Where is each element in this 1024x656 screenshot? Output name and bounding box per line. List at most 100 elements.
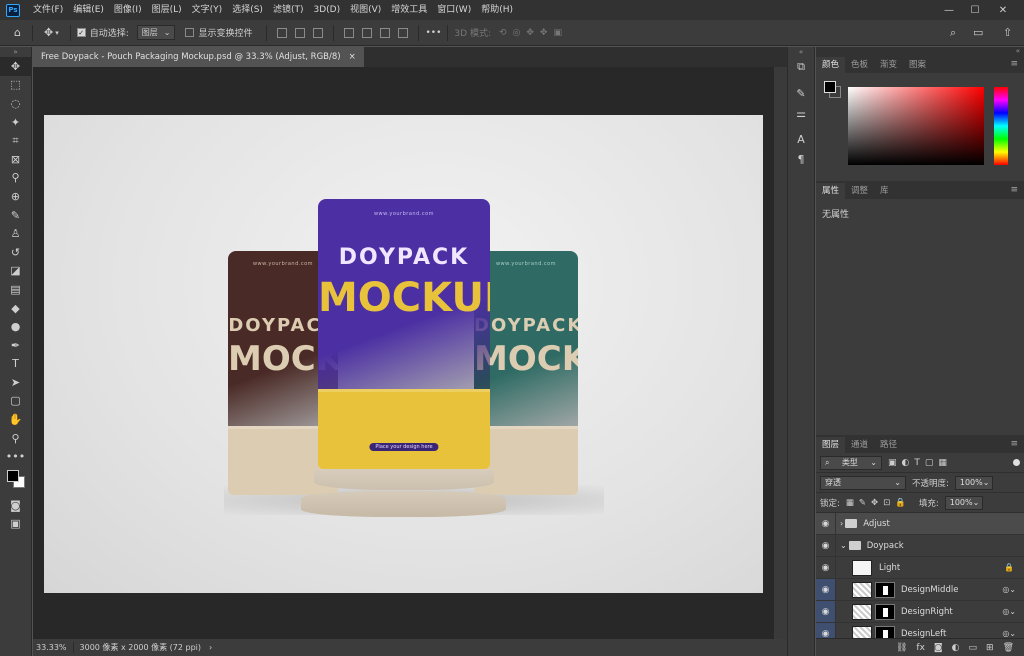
delete-layer-icon[interactable]: 🗑	[1003, 643, 1014, 653]
move-tool-icon[interactable]: ✥	[44, 26, 53, 39]
chevron-down-icon[interactable]: ▾	[55, 29, 59, 37]
screen-mode-icon[interactable]: ▣	[0, 515, 31, 534]
dodge-tool-icon[interactable]: ●	[0, 317, 31, 336]
adjustments-icon[interactable]: ⚌	[788, 103, 814, 123]
chevron-right-icon[interactable]: ›	[209, 643, 212, 652]
rectangle-tool-icon[interactable]: ▢	[0, 392, 31, 411]
search-icon[interactable]: ⌕	[950, 26, 956, 40]
chevron-right-icon[interactable]: ›	[840, 519, 843, 528]
new-group-icon[interactable]: ▭	[969, 643, 978, 653]
layer-filter-dropdown[interactable]: ⌕ 类型 ⌄	[820, 455, 882, 470]
magic-wand-tool-icon[interactable]: ✦	[0, 113, 31, 132]
align-top-icon[interactable]	[344, 27, 355, 38]
menu-plugins[interactable]: 增效工具	[386, 0, 432, 20]
gradient-tool-icon[interactable]: ▤	[0, 280, 31, 299]
document-canvas[interactable]: www.yourbrand.com DOYPACK MOCKUP www.you…	[44, 115, 763, 593]
zoom-level[interactable]: 33.33%	[36, 643, 67, 652]
more-options-button[interactable]: •••	[425, 28, 441, 38]
close-window-button[interactable]: ✕	[990, 0, 1016, 20]
edit-toolbar-icon[interactable]: •••	[0, 447, 31, 466]
tab-properties[interactable]: 属性	[816, 183, 846, 199]
menu-select[interactable]: 选择(S)	[227, 0, 268, 20]
menu-window[interactable]: 窗口(W)	[432, 0, 476, 20]
workspace-icon[interactable]: ▭	[973, 26, 983, 39]
history-brush-tool-icon[interactable]: ↺	[0, 243, 31, 262]
paragraph-icon[interactable]: ¶	[788, 149, 814, 169]
auto-select-checkbox[interactable]: ✓	[76, 28, 86, 37]
align-middle-icon[interactable]	[362, 27, 373, 38]
adjustment-layer-icon[interactable]: ◐	[952, 643, 960, 653]
foreground-color-swatch[interactable]	[824, 81, 836, 93]
type-tool-icon[interactable]: T	[0, 355, 31, 374]
smart-object-link-icon[interactable]: ◎⌄	[1002, 607, 1016, 616]
filter-toggle-icon[interactable]	[1013, 459, 1020, 466]
fill-input[interactable]: 100% ⌄	[944, 495, 983, 510]
visibility-eye-icon[interactable]: ◉	[816, 601, 836, 622]
panel-menu-icon[interactable]: ≡	[1010, 59, 1018, 69]
hue-slider[interactable]	[994, 87, 1008, 165]
smart-object-link-icon[interactable]: ◎⌄	[1002, 585, 1016, 594]
frame-tool-icon[interactable]: ⊠	[0, 150, 31, 169]
document-tab[interactable]: Free Doypack - Pouch Packaging Mockup.ps…	[33, 47, 364, 67]
panel-menu-icon[interactable]: ≡	[1010, 439, 1018, 449]
character-icon[interactable]: A	[788, 129, 814, 149]
fx-icon[interactable]: fx	[916, 643, 925, 653]
layer-row-doypack[interactable]: ◉ ⌄ Doypack	[816, 535, 1024, 557]
align-bottom-icon[interactable]	[380, 27, 391, 38]
tab-adjustments[interactable]: 调整	[845, 183, 874, 199]
menu-view[interactable]: 视图(V)	[345, 0, 386, 20]
tab-color[interactable]: 颜色	[816, 57, 846, 73]
eyedropper-tool-icon[interactable]: ⚲	[0, 169, 31, 188]
zoom-tool-icon[interactable]: ⚲	[0, 429, 31, 448]
layer-filter-icons[interactable]: ▣◐T▢▦	[888, 458, 952, 468]
show-transform-checkbox[interactable]	[185, 28, 195, 37]
clone-stamp-tool-icon[interactable]: ♙	[0, 224, 31, 243]
eraser-tool-icon[interactable]: ◪	[0, 262, 31, 281]
brush-tool-icon[interactable]: ✎	[0, 206, 31, 225]
tab-patterns[interactable]: 图案	[903, 57, 932, 73]
tab-layers[interactable]: 图层	[816, 437, 846, 453]
foreground-color-swatch[interactable]	[7, 470, 19, 483]
menu-type[interactable]: 文字(Y)	[187, 0, 228, 20]
menu-filter[interactable]: 滤镜(T)	[268, 0, 309, 20]
visibility-eye-icon[interactable]: ◉	[816, 557, 836, 578]
marquee-tool-icon[interactable]: ⬚	[0, 76, 31, 95]
visibility-eye-icon[interactable]: ◉	[816, 513, 836, 534]
align-left-icon[interactable]	[277, 27, 288, 38]
panel-menu-icon[interactable]: ≡	[1010, 185, 1018, 195]
lasso-tool-icon[interactable]: ◌	[0, 94, 31, 113]
collapse-strip-icon[interactable]: «	[788, 47, 814, 57]
brush-settings-icon[interactable]: ✎	[788, 83, 814, 103]
hand-tool-icon[interactable]: ✋	[0, 410, 31, 429]
maximize-button[interactable]: ☐	[962, 0, 988, 20]
menu-3d[interactable]: 3D(D)	[308, 0, 345, 20]
tab-paths[interactable]: 路径	[874, 437, 903, 453]
home-icon[interactable]: ⌂	[14, 26, 21, 39]
move-tool-icon[interactable]: ✥	[0, 57, 31, 76]
new-layer-icon[interactable]: ⊞	[986, 643, 994, 653]
align-center-icon[interactable]	[295, 27, 306, 38]
visibility-eye-icon[interactable]: ◉	[816, 579, 836, 600]
quick-mask-icon[interactable]: ◙	[0, 496, 31, 515]
healing-brush-tool-icon[interactable]: ⊕	[0, 187, 31, 206]
minimize-button[interactable]: —	[936, 0, 962, 20]
auto-select-dropdown[interactable]: 图层 ⌄	[136, 25, 176, 40]
tab-channels[interactable]: 通道	[845, 437, 874, 453]
menu-help[interactable]: 帮助(H)	[476, 0, 518, 20]
collapse-panels-icon[interactable]: «	[816, 47, 1024, 55]
chevron-down-icon[interactable]: ⌄	[840, 541, 847, 550]
menu-image[interactable]: 图像(I)	[109, 0, 147, 20]
path-selection-tool-icon[interactable]: ➤	[0, 373, 31, 392]
share-icon[interactable]: ⇧	[1003, 26, 1012, 39]
tab-gradients[interactable]: 渐变	[874, 57, 903, 73]
layer-row-light[interactable]: ◉ Light 🔒	[816, 557, 1024, 579]
layer-row-adjust[interactable]: ◉ › Adjust	[816, 513, 1024, 535]
color-swatches[interactable]	[0, 466, 31, 496]
menu-layer[interactable]: 图层(L)	[147, 0, 187, 20]
tab-libraries[interactable]: 库	[874, 183, 895, 199]
collapse-toolbar-icon[interactable]: »	[0, 47, 31, 57]
smart-object-link-icon[interactable]: ◎⌄	[1002, 629, 1016, 638]
menu-edit[interactable]: 编辑(E)	[68, 0, 109, 20]
add-mask-icon[interactable]: ◙	[934, 643, 943, 653]
menu-file[interactable]: 文件(F)	[28, 0, 68, 20]
